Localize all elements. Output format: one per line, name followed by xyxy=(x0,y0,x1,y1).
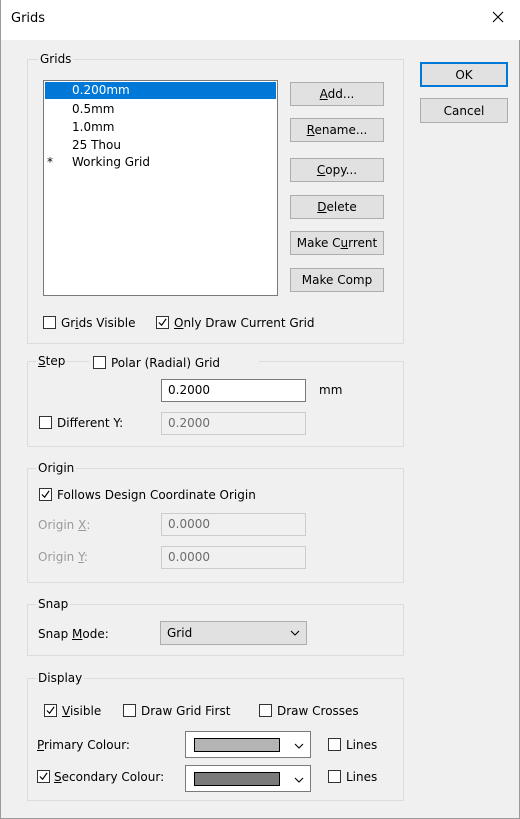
step-input[interactable]: 0.2000 xyxy=(161,379,306,402)
primary-lines-checkbox[interactable] xyxy=(328,738,341,751)
secondary-colour-checkbox[interactable] xyxy=(37,770,50,783)
list-item[interactable]: 0.200mm xyxy=(45,82,276,99)
close-button[interactable] xyxy=(475,0,520,34)
polar-grid-checkbox[interactable] xyxy=(93,356,106,369)
draw-crosses-label: Draw Crosses xyxy=(277,704,359,718)
only-draw-current-label: Only Draw Current Grid xyxy=(174,316,315,330)
close-icon xyxy=(492,11,504,23)
grid-list[interactable]: 0.200mm 0.5mm 1.0mm 25 Thou * Working Gr… xyxy=(43,80,278,296)
list-item-label: Working Grid xyxy=(72,155,150,169)
primary-colour-label: Primary Colour: xyxy=(37,738,130,752)
secondary-colour-label: Secondary Colour: xyxy=(54,770,165,784)
add-label: Add... xyxy=(319,87,355,101)
visible-checkbox[interactable] xyxy=(44,704,57,717)
ok-button[interactable]: OK xyxy=(420,62,508,87)
follows-origin-label: Follows Design Coordinate Origin xyxy=(57,488,256,502)
copy-label: Copy... xyxy=(316,163,358,177)
list-item[interactable]: 1.0mm xyxy=(45,119,276,136)
origin-y-input[interactable]: 0.0000 xyxy=(161,546,306,569)
add-button[interactable]: Add... xyxy=(290,82,384,106)
snap-mode-label: Snap Mode: xyxy=(38,627,109,641)
draw-crosses-checkbox[interactable] xyxy=(259,704,272,717)
secondary-lines-checkbox[interactable] xyxy=(328,770,341,783)
secondary-colour-select[interactable] xyxy=(185,765,311,792)
grids-dialog: Grids OK Cancel Grids 0.200mm 0.5mm 1.0m… xyxy=(0,0,520,819)
list-item-mark: * xyxy=(47,155,53,169)
make-current-button[interactable]: Make Current xyxy=(290,231,384,255)
make-comp-button[interactable]: Make Comp xyxy=(290,268,384,292)
different-y-label: Different Y: xyxy=(57,416,124,430)
secondary-colour-swatch xyxy=(194,772,280,786)
list-item[interactable]: * Working Grid xyxy=(45,154,276,171)
checkmark-icon xyxy=(41,490,50,499)
checkmark-icon xyxy=(158,318,167,327)
origin-x-input[interactable]: 0.0000 xyxy=(161,513,306,536)
display-group-title: Display xyxy=(36,671,85,685)
primary-colour-select[interactable] xyxy=(185,731,311,758)
cancel-button[interactable]: Cancel xyxy=(420,98,508,123)
list-item-label: 25 Thou xyxy=(72,138,121,152)
step-unit-label: mm xyxy=(319,383,343,397)
make-comp-label: Make Comp xyxy=(301,273,373,287)
list-item-label: 0.5mm xyxy=(72,102,115,116)
draw-grid-first-checkbox[interactable] xyxy=(123,704,136,717)
checkmark-icon xyxy=(39,772,48,781)
snap-mode-select[interactable]: Grid xyxy=(160,621,307,645)
origin-x-label: Origin X: xyxy=(38,518,91,532)
different-y-input[interactable]: 0.2000 xyxy=(161,412,306,435)
grids-visible-checkbox[interactable] xyxy=(43,316,56,329)
cancel-label: Cancel xyxy=(443,103,485,118)
delete-label: Delete xyxy=(317,200,357,214)
snap-group-title: Snap xyxy=(36,597,71,611)
chevron-down-icon xyxy=(294,743,304,749)
rename-button[interactable]: Rename... xyxy=(290,118,384,142)
primary-lines-label: Lines xyxy=(346,738,378,752)
primary-colour-swatch xyxy=(194,738,280,752)
rename-label: Rename... xyxy=(306,123,368,137)
delete-button[interactable]: Delete xyxy=(290,195,384,219)
follows-origin-checkbox[interactable] xyxy=(39,488,52,501)
copy-button[interactable]: Copy... xyxy=(290,158,384,182)
polar-grid-label: Polar (Radial) Grid xyxy=(111,356,221,370)
title-bar: Grids xyxy=(1,0,520,40)
origin-group-title: Origin xyxy=(36,461,77,475)
step-group-title: Step xyxy=(36,354,68,368)
list-item-label: 1.0mm xyxy=(72,120,115,134)
snap-mode-value: Grid xyxy=(167,626,193,640)
ok-label: OK xyxy=(455,67,473,82)
visible-label: Visible xyxy=(62,704,102,718)
secondary-lines-label: Lines xyxy=(346,770,378,784)
list-item-label: 0.200mm xyxy=(72,83,130,97)
only-draw-current-checkbox[interactable] xyxy=(156,316,169,329)
list-item[interactable]: 25 Thou xyxy=(45,137,276,154)
checkmark-icon xyxy=(46,706,55,715)
make-current-label: Make Current xyxy=(296,236,378,250)
draw-grid-first-label: Draw Grid First xyxy=(141,704,231,718)
grids-visible-label: Grids Visible xyxy=(61,316,136,330)
chevron-down-icon xyxy=(294,777,304,783)
origin-y-label: Origin Y: xyxy=(38,550,88,564)
different-y-checkbox[interactable] xyxy=(39,416,52,429)
grids-group-title: Grids xyxy=(38,52,74,66)
list-item[interactable]: 0.5mm xyxy=(45,101,276,118)
dialog-title: Grids xyxy=(11,11,46,26)
chevron-down-icon xyxy=(290,630,300,636)
